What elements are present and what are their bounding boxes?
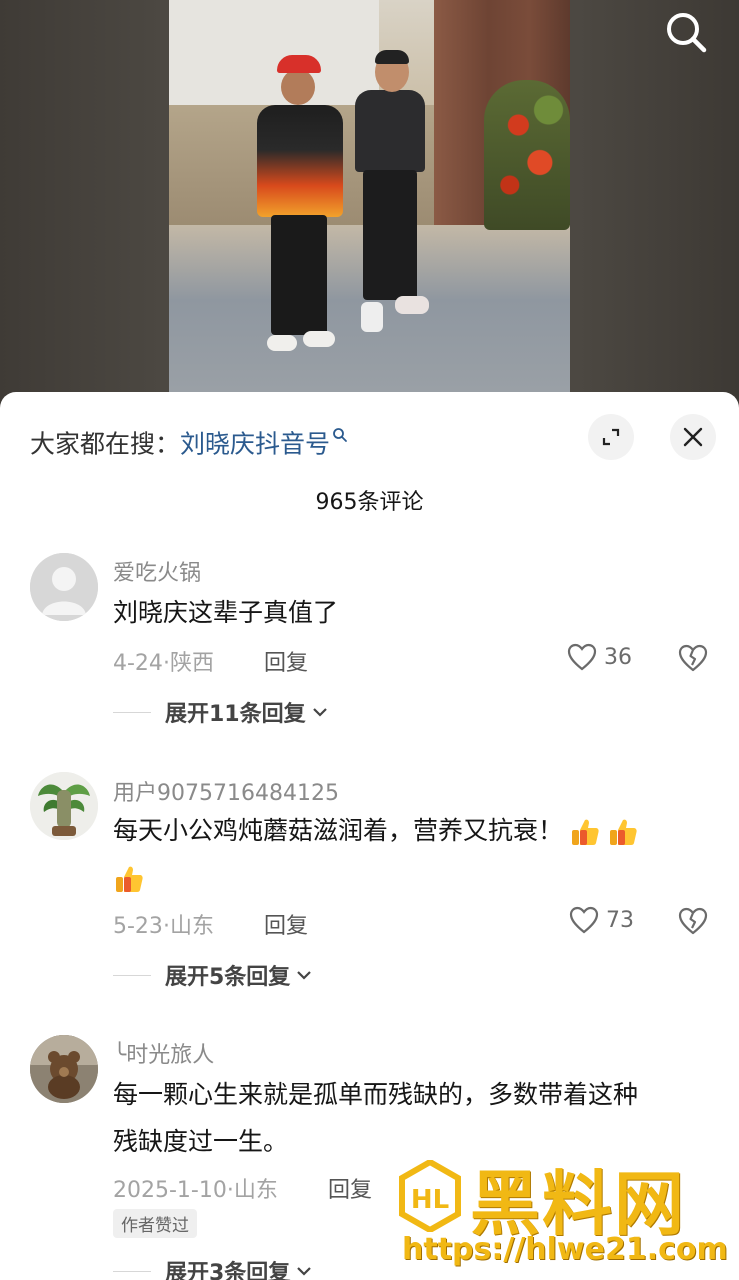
reply-button[interactable]: 回复 [328, 1172, 372, 1204]
chevron-down-icon [312, 708, 327, 717]
expand-replies-label: 展开3条回复 [165, 1261, 291, 1280]
comment-location: 山东 [233, 1178, 278, 1203]
comment-meta: 4-24·陕西 [113, 645, 214, 677]
divider-line [113, 1270, 151, 1272]
comment-date: 5-23 [113, 914, 163, 939]
author-liked-badge: 作者赞过 [113, 1209, 197, 1238]
expand-icon [602, 428, 620, 446]
comment-date: 2025-1-10 [113, 1178, 227, 1203]
comment-text-line2: 残缺度过一生。 [113, 1127, 289, 1156]
comment-date: 4-24 [113, 651, 163, 676]
comment-text: 刘晓庆这辈子真值了 [113, 598, 339, 627]
comment-username[interactable]: 爱吃火锅 [113, 555, 201, 587]
close-icon [683, 427, 703, 447]
like-count: 73 [606, 907, 634, 933]
search-icon [667, 13, 707, 53]
like-button[interactable]: 73 [568, 905, 634, 935]
avatar[interactable] [30, 772, 98, 840]
plant-avatar-image [30, 772, 98, 840]
comment-text: 每天小公鸡炖蘑菇滋润着，营养又抗衰！ [113, 816, 564, 845]
broken-heart-icon[interactable] [677, 905, 709, 937]
comment-location: 陕西 [169, 651, 214, 676]
watermark-logo-icon: HL [399, 1160, 461, 1232]
comment-sheet: 大家都在搜：刘晓庆抖音号 965条评论 爱吃火锅 刘晓庆这辈子真值了 4-24·… [0, 392, 739, 1280]
comment-text-block: 每天小公鸡炖蘑菇滋润着，营养又抗衰！ [113, 807, 713, 901]
thumbs-up-icon [572, 819, 599, 845]
chevron-down-icon [297, 1267, 312, 1276]
hot-search-term[interactable]: 刘晓庆抖音号 [180, 429, 330, 458]
hot-search-bar: 大家都在搜：刘晓庆抖音号 [30, 420, 348, 460]
video-person-left [257, 55, 347, 365]
close-button[interactable] [670, 414, 716, 460]
avatar[interactable] [30, 1035, 98, 1103]
default-avatar-icon [30, 553, 98, 621]
chevron-down-icon [297, 971, 312, 980]
reply-button[interactable]: 回复 [264, 645, 308, 677]
teddy-bear-avatar-image [30, 1035, 98, 1103]
like-button[interactable]: 36 [566, 642, 632, 672]
comment-count: 965条评论 [315, 490, 424, 515]
comment-text-line1: 每一颗心生来就是孤单而残缺的，多数带着这种 [113, 1080, 639, 1109]
search-button[interactable] [662, 8, 710, 56]
expand-replies-label: 展开5条回复 [165, 965, 291, 990]
watermark-url: https://hlwe21.com [402, 1232, 728, 1267]
reply-button[interactable]: 回复 [264, 908, 308, 940]
video-person-right [355, 50, 435, 340]
thumbs-up-icon [610, 819, 637, 845]
meta-separator: · [162, 914, 170, 939]
expand-replies-button[interactable]: 展开11条回复 [113, 696, 330, 728]
svg-text:HL: HL [411, 1185, 449, 1215]
comment-meta: 5-23·山东 [113, 908, 214, 940]
thumbs-up-icon [116, 866, 143, 892]
divider-line [113, 974, 151, 976]
small-search-icon [332, 420, 348, 449]
expand-replies-label: 展开11条回复 [165, 702, 306, 727]
avatar[interactable] [30, 553, 98, 621]
expand-replies-button[interactable]: 展开3条回复 [113, 1255, 314, 1280]
video-player[interactable] [169, 0, 570, 392]
video-flowers [484, 80, 570, 230]
fullscreen-button[interactable] [588, 414, 634, 460]
divider-line [113, 711, 151, 713]
comment-username[interactable]: ╰时光旅人 [113, 1037, 214, 1069]
comment-meta: 2025-1-10·山东 [113, 1172, 278, 1204]
comment-location: 山东 [169, 914, 214, 939]
heart-icon [569, 906, 599, 934]
meta-separator: · [226, 1178, 234, 1203]
broken-heart-icon[interactable] [677, 642, 709, 674]
meta-separator: · [162, 651, 170, 676]
heart-icon [567, 643, 597, 671]
expand-replies-button[interactable]: 展开5条回复 [113, 959, 314, 991]
like-count: 36 [604, 644, 632, 670]
hot-search-prefix: 大家都在搜： [30, 429, 181, 459]
comment-username[interactable]: 用户9075716484125 [113, 775, 339, 807]
